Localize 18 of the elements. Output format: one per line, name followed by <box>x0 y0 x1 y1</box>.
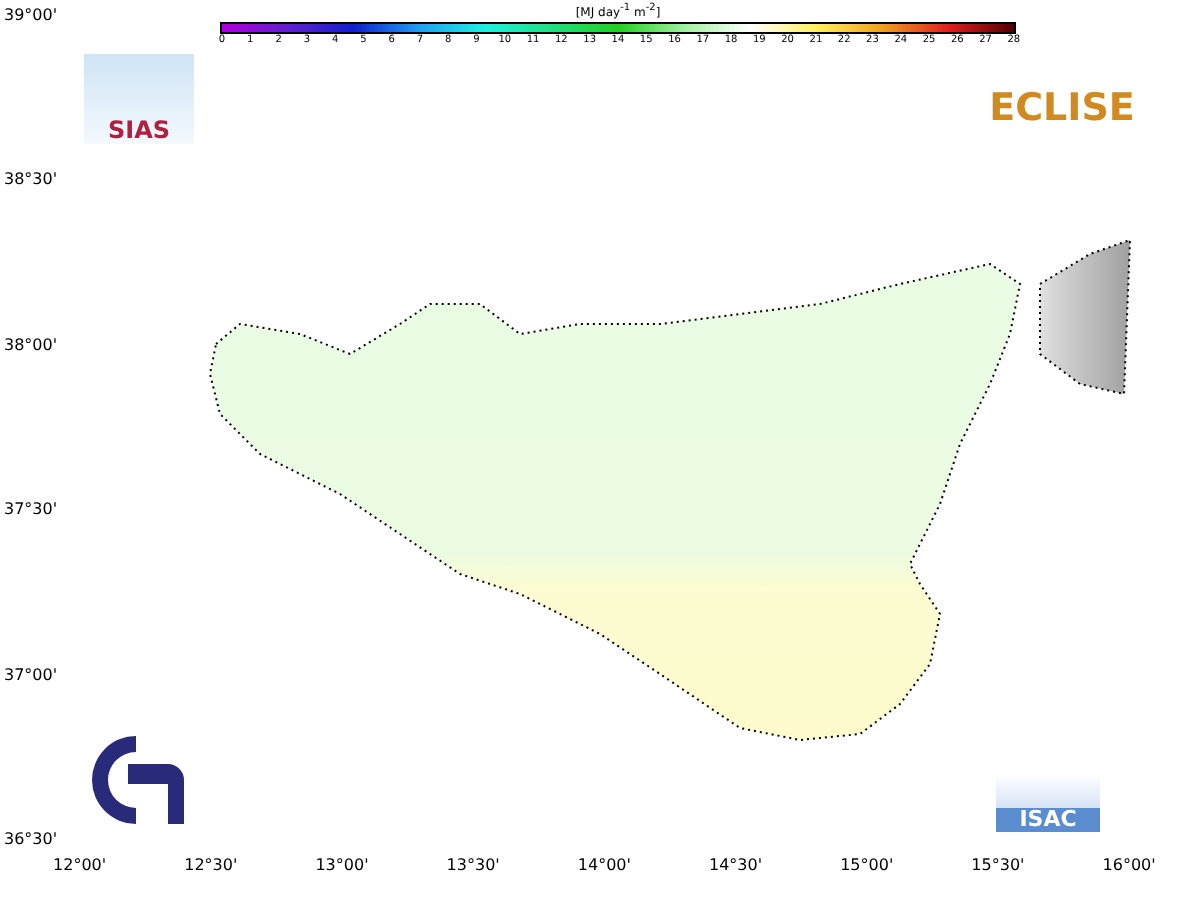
longitude-label: 16°00' <box>1100 856 1158 874</box>
longitude-label: 12°00' <box>51 856 109 874</box>
longitude-label: 15°00' <box>838 856 896 874</box>
latitude-label: 38°00' <box>4 335 60 354</box>
latitude-label: 39°00' <box>4 6 60 24</box>
latitude-label: 38°30' <box>4 170 60 189</box>
longitude-label: 14°00' <box>575 856 633 874</box>
longitude-label: 15°30' <box>969 856 1027 874</box>
latitude-label: 37°30' <box>4 500 60 519</box>
logo-text: ECLISE <box>989 88 1135 128</box>
longitude-label: 13°30' <box>444 856 502 874</box>
longitude-label: 12°30' <box>182 856 240 874</box>
longitude-label: 14°30' <box>706 856 765 874</box>
longitude-label: 13°00' <box>313 856 371 874</box>
latitude-label: 36°30' <box>4 829 60 848</box>
latitude-label: 37°00' <box>4 665 60 684</box>
logo-text: SIAS <box>107 118 171 144</box>
logo-text: ISAC <box>996 808 1100 832</box>
